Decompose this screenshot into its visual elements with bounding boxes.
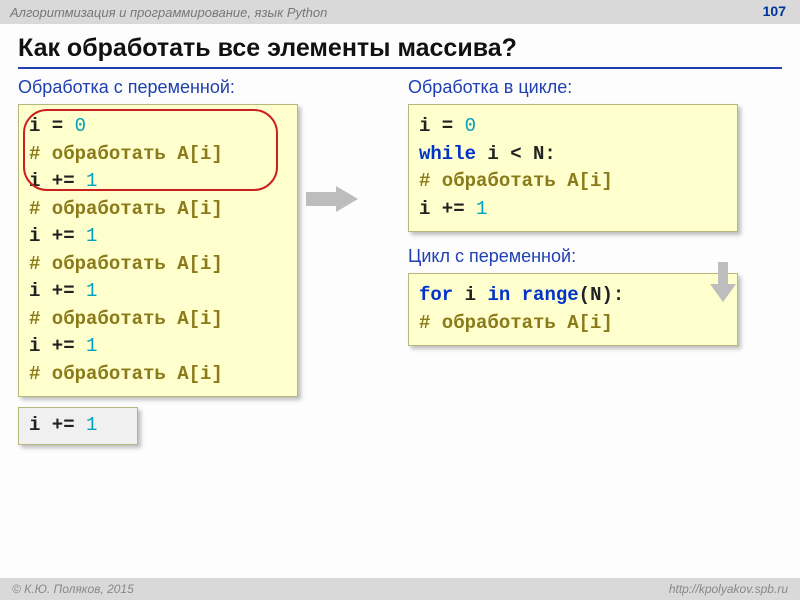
slide-header: Алгоритмизация и программирование, язык … (0, 0, 800, 24)
slide-footer: © К.Ю. Поляков, 2015 http://kpolyakov.sp… (0, 578, 800, 600)
copyright: © К.Ю. Поляков, 2015 (12, 582, 134, 596)
code-body: for i in range(N): # обработать A[i] (419, 282, 727, 337)
left-subhead: Обработка с переменной: (18, 77, 378, 98)
left-codebox: i = 0# обработать A[i]i += 1# обработать… (18, 104, 298, 397)
left-column: Обработка с переменной: i = 0# обработат… (18, 77, 378, 455)
right-subhead-1: Обработка в цикле: (408, 77, 782, 98)
footer-url: http://kpolyakov.spb.ru (669, 582, 788, 596)
left-extra-codebox: i += 1 (18, 407, 138, 445)
arrow-down-icon (710, 262, 736, 302)
right-codebox-1: i = 0while i < N: # обработать A[i] i +=… (408, 104, 738, 232)
columns: Обработка с переменной: i = 0# обработат… (18, 77, 782, 455)
slide-content: Как обработать все элементы массива? Обр… (0, 24, 800, 455)
code-body: i = 0while i < N: # обработать A[i] i +=… (419, 113, 727, 223)
arrow-right-icon (306, 186, 358, 212)
right-codebox-2: for i in range(N): # обработать A[i] (408, 273, 738, 346)
course-title: Алгоритмизация и программирование, язык … (10, 5, 327, 20)
code-body: i += 1 (29, 412, 127, 440)
page-number: 107 (763, 3, 786, 19)
code-body: i = 0# обработать A[i]i += 1# обработать… (29, 113, 287, 388)
slide-title: Как обработать все элементы массива? (18, 34, 782, 69)
